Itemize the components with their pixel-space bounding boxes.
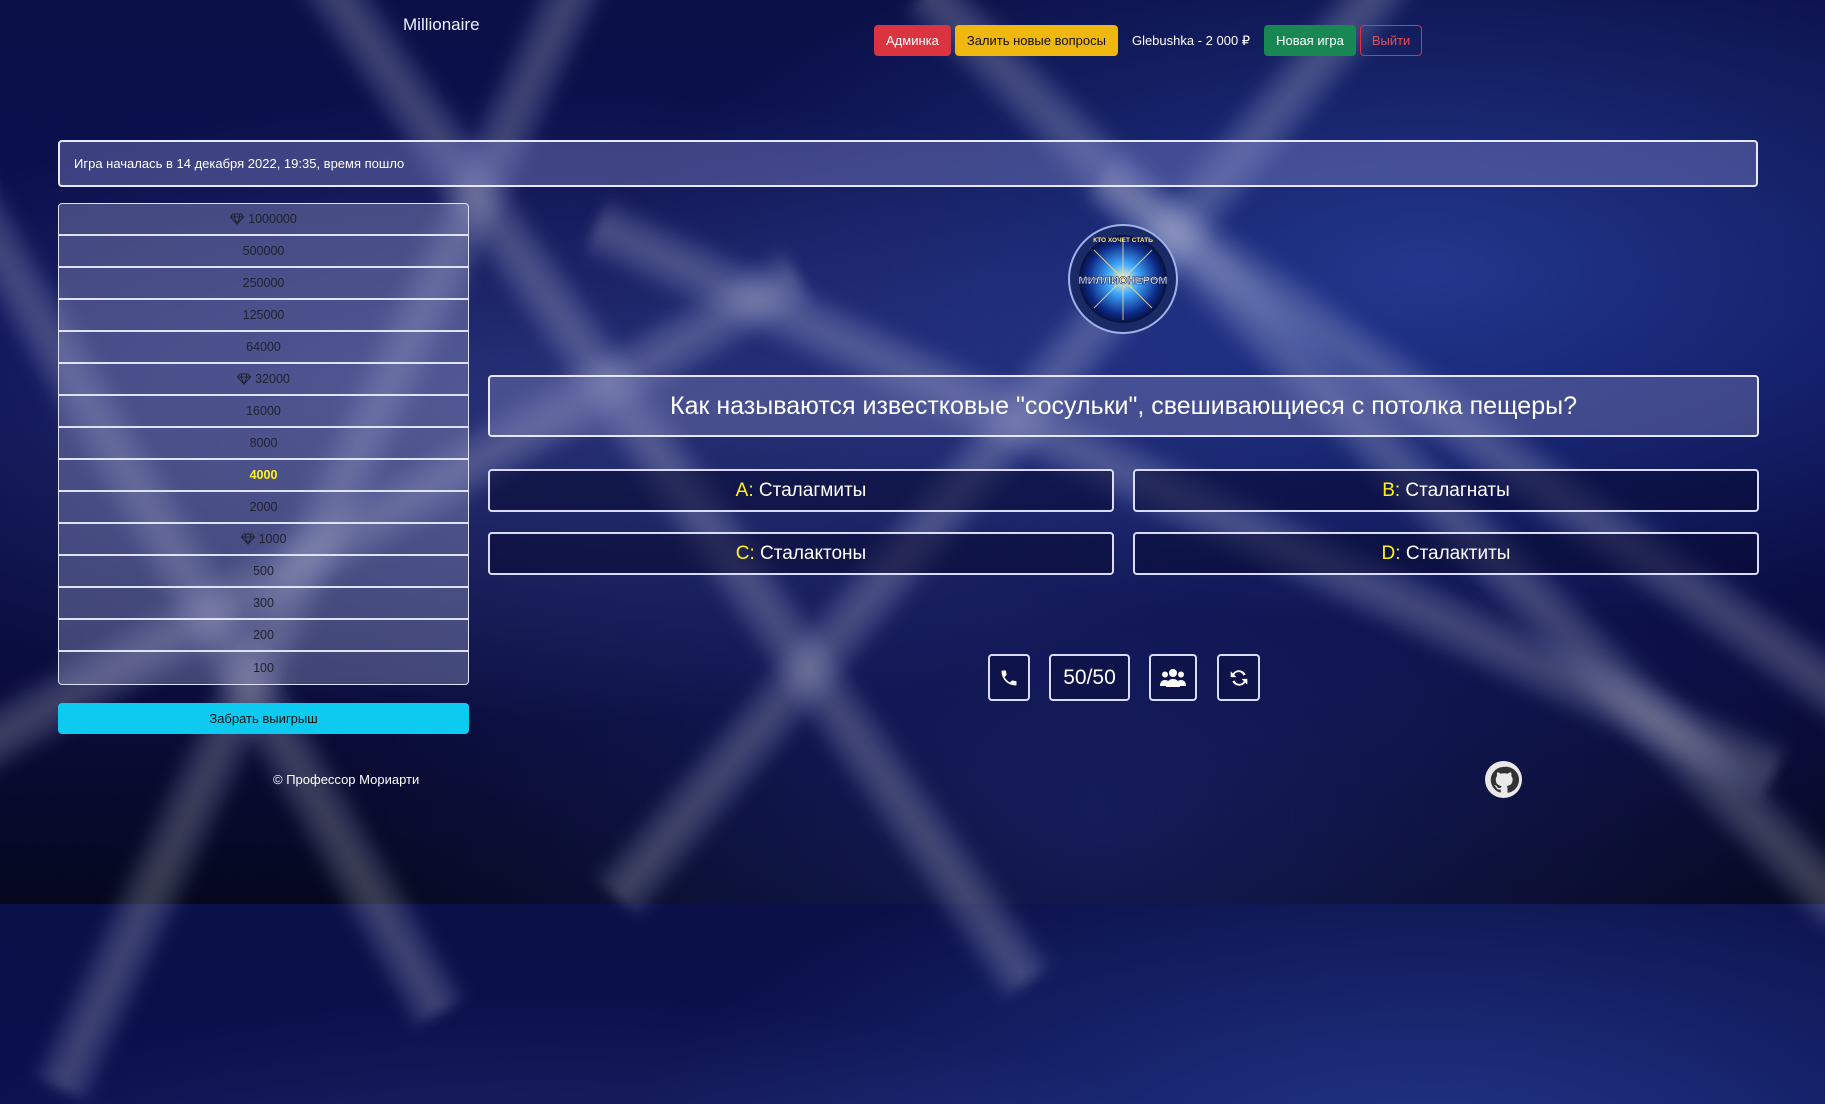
millionaire-logo: КТО ХОЧЕТ СТАТЬ МИЛЛИОНЕРОМ [1068, 224, 1178, 334]
ask-audience-button[interactable] [1149, 654, 1197, 701]
top-navbar: Millionaire Админка Залить новые вопросы… [0, 0, 1825, 80]
admin-button[interactable]: Админка [874, 25, 951, 56]
answer-text: Сталагмиты [758, 479, 867, 501]
phone-icon [1001, 670, 1017, 685]
question-text: Как называются известковые "сосульки", с… [670, 391, 1577, 420]
prize-level: 100 [59, 652, 468, 684]
logo-top-text: КТО ХОЧЕТ СТАТЬ [1093, 237, 1153, 244]
github-icon [1490, 766, 1519, 793]
prize-level: 125000 [59, 300, 468, 332]
fifty-fifty-button[interactable]: 50/50 [1049, 654, 1130, 701]
diamond-icon [237, 373, 252, 385]
prize-level: 16000 [59, 396, 468, 428]
prize-level: 500 [59, 556, 468, 588]
prize-ladder: 1000000 500000 250000 125000 64000 32000… [58, 203, 469, 685]
upload-questions-button[interactable]: Залить новые вопросы [954, 25, 1118, 56]
fifty-fifty-label: 50/50 [1063, 665, 1116, 689]
answer-letter: A: [735, 479, 754, 501]
footer-copyright: © Профессор Мориарти [273, 772, 420, 787]
logout-button[interactable]: Выйти [1359, 25, 1423, 56]
prize-level: 8000 [59, 428, 468, 460]
answer-text: Сталактоны [760, 542, 867, 564]
prize-level: 1000 [59, 524, 468, 556]
answer-letter: B: [1382, 479, 1401, 501]
prize-level: 2000 [59, 492, 468, 524]
take-money-button[interactable]: Забрать выигрыш [58, 703, 469, 734]
answer-text: Сталагнаты [1405, 479, 1510, 501]
prize-level: 250000 [59, 268, 468, 300]
new-game-button[interactable]: Новая игра [1264, 25, 1356, 56]
prize-level-current: 4000 [59, 460, 468, 492]
prize-level: 200 [59, 620, 468, 652]
phone-friend-button[interactable] [988, 654, 1030, 701]
brand-link[interactable]: Millionaire [403, 15, 480, 35]
prize-level: 300 [59, 588, 468, 620]
answer-a-button[interactable]: A: Сталагмиты [488, 469, 1114, 512]
answer-d-button[interactable]: D: Сталактиты [1133, 532, 1759, 575]
answer-letter: C: [735, 542, 755, 564]
game-status-text: Игра началась в 14 декабря 2022, 19:35, … [74, 156, 405, 171]
diamond-icon [240, 533, 255, 545]
prize-level: 500000 [59, 236, 468, 268]
answer-b-button[interactable]: B: Сталагнаты [1133, 469, 1759, 512]
game-status-alert: Игра началась в 14 декабря 2022, 19:35, … [58, 140, 1758, 187]
swap-question-button[interactable] [1217, 654, 1260, 701]
answer-letter: D: [1381, 542, 1401, 564]
github-link[interactable] [1485, 761, 1522, 798]
answer-text: Сталактиты [1405, 542, 1511, 564]
audience-icon [1160, 668, 1186, 687]
swap-question-icon [1230, 669, 1247, 686]
user-balance: Glebushka - 2 000 ₽ [1131, 32, 1251, 48]
answer-c-button[interactable]: C: Сталактоны [488, 532, 1114, 575]
prize-level: 32000 [59, 364, 468, 396]
prize-level: 64000 [59, 332, 468, 364]
question-box: Как называются известковые "сосульки", с… [488, 375, 1759, 437]
logo-main-text: МИЛЛИОНЕРОМ [1078, 275, 1167, 287]
nav-actions: Админка Залить новые вопросы Glebushka -… [874, 25, 1423, 56]
prize-level: 1000000 [59, 204, 468, 236]
diamond-icon [230, 213, 245, 225]
